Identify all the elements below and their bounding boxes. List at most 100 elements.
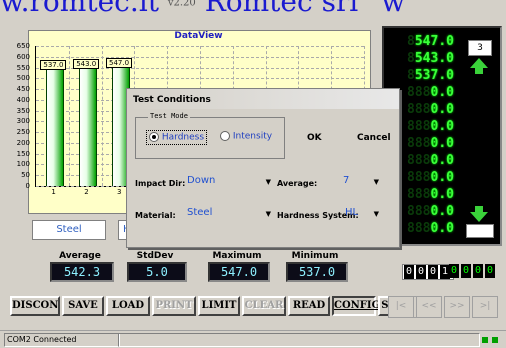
maximum-value: 547.0 xyxy=(208,262,270,282)
led-background-digits: 8 xyxy=(407,51,415,66)
hardness-system-select[interactable]: HL ▼ xyxy=(345,207,379,221)
y-tick-label: 350 xyxy=(16,106,30,115)
limit-button[interactable]: LIMIT xyxy=(198,296,240,316)
average-select-label: Average: xyxy=(277,179,318,188)
white-counter: 0001 xyxy=(402,264,454,280)
bar xyxy=(79,68,98,186)
material-label: Material: xyxy=(135,211,176,220)
cancel-button[interactable]: Cancel xyxy=(357,133,391,143)
led-background-digits: 8 xyxy=(407,68,415,83)
counter-digit: 0 xyxy=(473,264,483,278)
material-select[interactable]: Steel ▼ xyxy=(187,207,271,221)
led-background-digits: 888 xyxy=(407,136,431,151)
counter-digit: 0 xyxy=(416,265,426,279)
read-button[interactable]: READ xyxy=(288,296,330,316)
hardness-label: Hardness xyxy=(161,132,205,143)
ok-button[interactable]: OK xyxy=(307,133,322,143)
counter-digit: 0 xyxy=(461,264,471,278)
reading-value: 0.0 xyxy=(430,85,454,100)
nav-next-button[interactable]: >> xyxy=(444,296,470,318)
reading-value: 0.0 xyxy=(430,136,454,151)
nav-last-button[interactable]: >| xyxy=(472,296,498,318)
status-bar: COM2 Connected xyxy=(0,330,506,348)
reading-row: 8543.0 xyxy=(394,51,454,66)
led-background-digits: 888 xyxy=(407,85,431,100)
counter-digit: 0 xyxy=(449,264,459,278)
nav-first-button[interactable]: |< xyxy=(388,296,414,318)
gridline xyxy=(101,46,103,186)
dropdown-caret-icon: ▼ xyxy=(373,210,379,218)
hardness-radio[interactable]: Hardness xyxy=(146,130,208,145)
tab-steel[interactable]: Steel xyxy=(32,220,106,240)
y-tick-label: 250 xyxy=(16,128,30,137)
impact-dir-select[interactable]: Down ▼ xyxy=(187,175,271,189)
x-tick-label: 2 xyxy=(84,188,89,196)
y-axis: 650 600 550 500 450 400 350 300 250 200 150 100 50 0 xyxy=(6,40,34,190)
test-mode-legend: Test Mode xyxy=(148,112,190,120)
data-label: 547.0 xyxy=(106,58,133,69)
y-tick-label: 50 xyxy=(21,171,30,180)
arrow-up-icon[interactable] xyxy=(470,58,488,76)
nav-prev-button[interactable]: << xyxy=(416,296,442,318)
y-tick-label: 400 xyxy=(16,95,30,104)
reading-value: 0.0 xyxy=(430,170,454,185)
reading-value: 547.0 xyxy=(414,34,454,49)
load-button[interactable]: LOAD xyxy=(106,296,150,316)
counter-digit: 0 xyxy=(485,264,495,278)
save-button[interactable]: SAVE xyxy=(62,296,104,316)
led-background-digits: 888 xyxy=(407,170,431,185)
right-count-box: 3 xyxy=(468,40,492,56)
reading-value: 0.0 xyxy=(430,119,454,134)
data-label: 537.0 xyxy=(40,60,67,71)
impact-dir-label: Impact Dir: xyxy=(135,179,186,188)
reading-value: 0.0 xyxy=(430,102,454,117)
print-button[interactable]: PRINT xyxy=(152,296,196,316)
led-background-digits: 888 xyxy=(407,102,431,117)
reading-value: 543.0 xyxy=(414,51,454,66)
dialog-title: Test Conditions xyxy=(127,89,399,109)
minimum-value: 537.0 xyxy=(286,262,348,282)
y-tick-label: 600 xyxy=(16,52,30,61)
dropdown-caret-icon: ▼ xyxy=(265,210,271,218)
y-tick-label: 450 xyxy=(16,85,30,94)
discon-button[interactable]: DISCON xyxy=(10,296,60,316)
reading-value: 0.0 xyxy=(430,221,454,236)
connection-status: COM2 Connected xyxy=(4,333,120,347)
x-tick-label: 3 xyxy=(117,188,122,196)
y-tick-label: 200 xyxy=(16,138,30,147)
led-background-digits: 888 xyxy=(407,187,431,202)
y-tick-label: 500 xyxy=(16,74,30,83)
reading-value: 0.0 xyxy=(430,153,454,168)
status-panel-empty xyxy=(118,333,480,347)
intensity-radio[interactable]: Intensity xyxy=(220,131,272,142)
test-mode-group: Test Mode Hardness Intensity xyxy=(135,112,285,159)
y-tick-label: 300 xyxy=(16,117,30,126)
bar xyxy=(46,69,65,186)
dropdown-caret-icon: ▼ xyxy=(265,178,271,186)
average-label: Average xyxy=(59,251,101,261)
banner-right: Romtec srl xyxy=(204,0,359,18)
stddev-label: StdDev xyxy=(136,251,174,261)
arrow-down-icon[interactable] xyxy=(470,206,488,224)
radio-unselected-icon xyxy=(220,131,230,141)
reading-row: 8880.0 xyxy=(394,85,454,100)
reading-row: 8880.0 xyxy=(394,221,454,236)
led-background-digits: 8 xyxy=(407,34,415,49)
reading-value: 0.0 xyxy=(430,187,454,202)
counter-digit: 0 xyxy=(428,265,438,279)
average-select-value: 7 xyxy=(343,175,350,186)
radio-selected-icon xyxy=(149,132,159,142)
dropdown-caret-icon: ▼ xyxy=(373,178,379,186)
y-tick-label: 0 xyxy=(25,182,30,190)
y-tick-label: 150 xyxy=(16,149,30,158)
config-button[interactable]: CONFIG xyxy=(332,296,380,316)
intensity-label: Intensity xyxy=(232,131,273,142)
reading-row: 8880.0 xyxy=(394,136,454,151)
average-select[interactable]: 7 ▼ xyxy=(317,175,379,189)
reading-value: 0.0 xyxy=(430,204,454,219)
clear-button[interactable]: CLEAR xyxy=(242,296,286,316)
nav-group: |< << >> >| xyxy=(388,296,498,318)
reading-row: 8880.0 xyxy=(394,187,454,202)
watermark-banner: w.romtec.it v2.20 Romtec srl w xyxy=(0,0,506,18)
average-value: 542.3 xyxy=(50,262,114,282)
